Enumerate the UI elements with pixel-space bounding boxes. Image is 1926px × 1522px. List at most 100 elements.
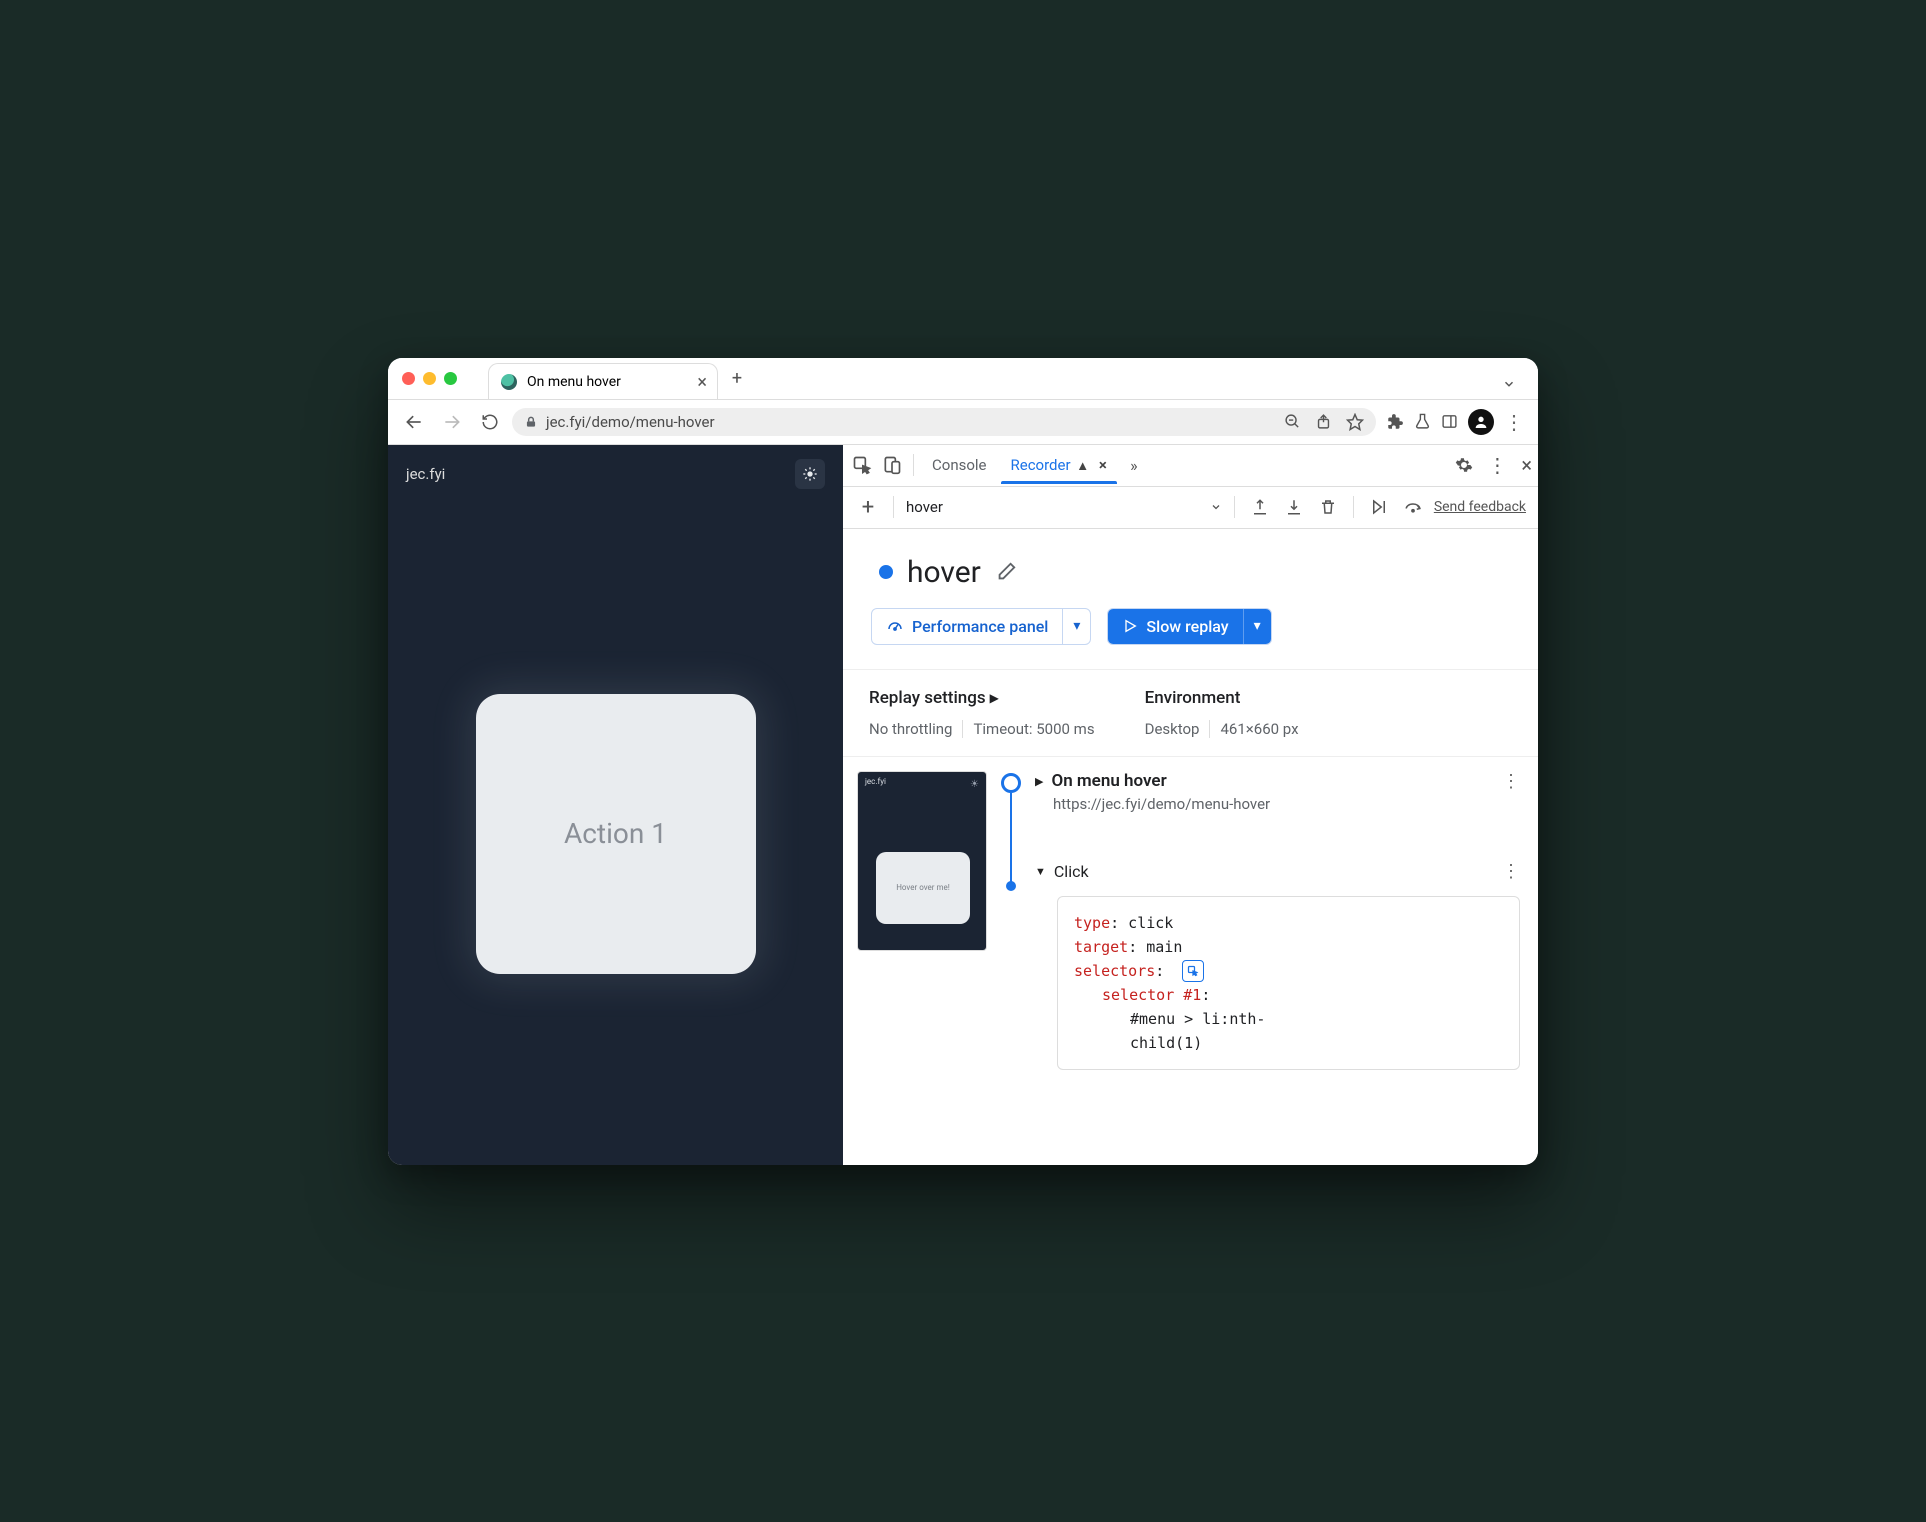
browser-tab[interactable]: On menu hover × <box>488 363 718 399</box>
gear-icon[interactable] <box>1455 456 1473 474</box>
step-thumbnail[interactable]: jec.fyi ☀ Hover over me! <box>857 771 987 951</box>
step-details: type: click target: main selectors: sele… <box>1057 896 1520 1070</box>
send-feedback-link[interactable]: Send feedback <box>1434 499 1526 515</box>
lock-icon <box>524 415 538 429</box>
reload-button[interactable] <box>474 406 506 438</box>
step-title: On menu hover <box>1051 771 1166 791</box>
new-tab-button[interactable]: + <box>726 368 748 393</box>
browser-window: On menu hover × + jec.fyi/demo/menu-hove… <box>388 358 1538 1165</box>
tab-recorder[interactable]: Recorder ▲ × <box>1001 447 1117 483</box>
traffic-lights <box>402 372 457 385</box>
import-icon[interactable] <box>1281 494 1307 520</box>
browser-tabstrip: On menu hover × + <box>488 363 748 399</box>
thumb-brand: jec.fyi <box>858 772 986 791</box>
performance-panel-button[interactable]: Performance panel ▾ <box>871 608 1091 645</box>
address-bar[interactable]: jec.fyi/demo/menu-hover <box>512 408 1376 436</box>
forward-button[interactable] <box>436 406 468 438</box>
maximize-window-button[interactable] <box>444 372 457 385</box>
tab-close-icon[interactable]: × <box>1099 456 1107 474</box>
code-val: : <box>1201 986 1210 1004</box>
thumb-card-label: Hover over me! <box>876 852 970 924</box>
timeline-ring <box>1001 773 1021 793</box>
code-line: #menu > li:nth- <box>1074 1007 1503 1031</box>
tab-close-icon[interactable]: × <box>697 372 707 393</box>
step-navigate[interactable]: ▶ On menu hover ⋮ <box>1035 771 1520 792</box>
timeout-value: Timeout: 5000 ms <box>973 720 1094 738</box>
replay-settings-heading[interactable]: Replay settings ▶ <box>869 688 1095 708</box>
throttling-value: No throttling <box>869 720 952 738</box>
recording-title: hover <box>907 555 981 590</box>
close-window-button[interactable] <box>402 372 415 385</box>
step-menu-icon[interactable]: ⋮ <box>1502 771 1520 792</box>
star-icon[interactable] <box>1346 413 1364 431</box>
site-header: jec.fyi <box>388 445 843 503</box>
play-icon <box>1122 618 1138 634</box>
back-button[interactable] <box>398 406 430 438</box>
code-line: child(1) <box>1074 1031 1503 1055</box>
performance-panel-dropdown[interactable]: ▾ <box>1062 609 1090 644</box>
panel-icon[interactable] <box>1441 413 1458 430</box>
inspect-element-icon[interactable] <box>849 452 875 478</box>
replay-settings-section: Replay settings ▶ No throttling Timeout:… <box>843 670 1538 757</box>
devtools-menu-icon[interactable]: ⋮ <box>1487 453 1507 477</box>
code-val: : <box>1155 962 1164 980</box>
share-icon[interactable] <box>1315 413 1332 430</box>
export-icon[interactable] <box>1247 494 1273 520</box>
gauge-icon <box>886 617 904 635</box>
url-text: jec.fyi/demo/menu-hover <box>546 413 715 431</box>
extensions-area: ⋮ <box>1382 409 1528 435</box>
performance-panel-label: Performance panel <box>912 617 1048 636</box>
extensions-icon[interactable] <box>1386 413 1404 431</box>
devtools-close-icon[interactable]: × <box>1521 453 1532 477</box>
add-recording-button[interactable]: + <box>855 494 881 520</box>
environment-heading: Environment <box>1145 688 1299 708</box>
env-device: Desktop <box>1145 720 1200 738</box>
recorder-toolbar: + hover Send feedback <box>843 487 1538 529</box>
device-toggle-icon[interactable] <box>879 452 905 478</box>
step-click-label: Click <box>1054 862 1089 881</box>
recording-selector[interactable]: hover <box>906 498 1222 516</box>
pin-icon: ▲ <box>1076 459 1089 474</box>
timeline-dot <box>1006 881 1016 891</box>
code-key: type <box>1074 914 1110 932</box>
content-split: jec.fyi Action 1 Consol <box>388 445 1538 1165</box>
devtools-panel: Console Recorder ▲ × » ⋮ × + hover <box>843 445 1538 1165</box>
step-menu-icon[interactable]: ⋮ <box>1502 861 1520 882</box>
recording-status-dot <box>879 565 893 579</box>
zoom-icon[interactable] <box>1284 413 1301 430</box>
step-click[interactable]: ▼ Click ⋮ <box>1035 861 1520 882</box>
slow-replay-dropdown[interactable]: ▾ <box>1243 609 1271 644</box>
tab-recorder-label: Recorder <box>1011 456 1071 474</box>
steps-timeline <box>997 771 1025 1070</box>
step-play-icon[interactable] <box>1366 494 1392 520</box>
code-key: selectors <box>1074 962 1155 980</box>
chrome-menu-icon[interactable]: ⋮ <box>1504 410 1524 434</box>
step-over-icon[interactable] <box>1400 494 1426 520</box>
tab-title: On menu hover <box>527 374 621 390</box>
labs-icon[interactable] <box>1414 413 1431 430</box>
tab-console[interactable]: Console <box>922 447 997 483</box>
edit-title-icon[interactable] <box>995 561 1017 583</box>
step-url: https://jec.fyi/demo/menu-hover <box>1053 795 1520 813</box>
recording-title-row: hover <box>843 529 1538 608</box>
page-content: jec.fyi Action 1 <box>388 445 843 1165</box>
slow-replay-button[interactable]: Slow replay ▾ <box>1107 608 1271 645</box>
toolbar: jec.fyi/demo/menu-hover ⋮ <box>388 400 1538 445</box>
theme-toggle-button[interactable] <box>795 459 825 489</box>
env-size: 461×660 px <box>1220 720 1298 738</box>
sun-icon <box>802 466 818 482</box>
code-val: : click <box>1110 914 1173 932</box>
profile-avatar[interactable] <box>1468 409 1494 435</box>
window-titlebar: On menu hover × + <box>388 358 1538 400</box>
expand-icon: ▶ <box>1035 775 1043 788</box>
more-tabs-icon[interactable]: » <box>1121 452 1147 478</box>
devtools-tabbar: Console Recorder ▲ × » ⋮ × <box>843 445 1538 487</box>
minimize-window-button[interactable] <box>423 372 436 385</box>
action-card[interactable]: Action 1 <box>476 694 756 974</box>
site-brand[interactable]: jec.fyi <box>406 465 445 483</box>
selector-picker-icon[interactable] <box>1182 960 1204 982</box>
delete-icon[interactable] <box>1315 494 1341 520</box>
tabs-overflow-button[interactable] <box>1492 369 1526 399</box>
card-label: Action 1 <box>564 817 667 850</box>
card-container: Action 1 <box>388 503 843 1165</box>
